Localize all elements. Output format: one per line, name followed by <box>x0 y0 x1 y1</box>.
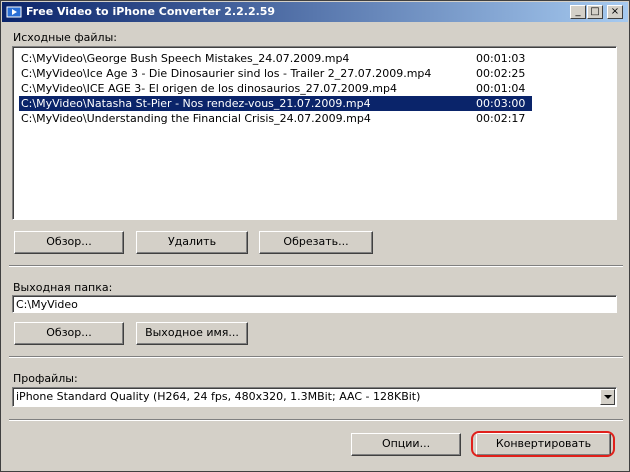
chevron-down-icon[interactable] <box>600 389 615 405</box>
file-row[interactable]: C:\MyVideo\ICE AGE 3- El origen de los d… <box>19 81 532 96</box>
file-name: C:\MyVideo\Natasha St-Pier - Nos rendez-… <box>21 97 371 110</box>
file-duration: 00:02:25 <box>476 67 526 80</box>
minimize-icon: _ <box>575 6 581 17</box>
separator <box>9 356 623 358</box>
separator <box>9 265 623 267</box>
file-duration: 00:01:03 <box>476 52 526 65</box>
source-files-label: Исходные файлы: <box>13 31 117 44</box>
file-name: C:\MyVideo\Ice Age 3 - Die Dinosaurier s… <box>21 67 432 80</box>
file-row[interactable]: C:\MyVideo\George Bush Speech Mistakes_2… <box>19 51 532 66</box>
app-icon <box>6 6 22 18</box>
profile-dropdown[interactable]: iPhone Standard Quality (H264, 24 fps, 4… <box>12 387 617 407</box>
window-title: Free Video to iPhone Converter 2.2.2.59 <box>26 5 276 18</box>
maximize-icon: □ <box>590 6 600 17</box>
file-name: C:\MyVideo\ICE AGE 3- El origen de los d… <box>21 82 397 95</box>
browse-output-button[interactable]: Обзор... <box>14 322 124 345</box>
minimize-button[interactable]: _ <box>570 5 586 19</box>
output-folder-value: C:\MyVideo <box>16 298 78 311</box>
file-row[interactable]: C:\MyVideo\Ice Age 3 - Die Dinosaurier s… <box>19 66 532 81</box>
file-row[interactable]: C:\MyVideo\Understanding the Financial C… <box>19 111 532 126</box>
delete-button[interactable]: Удалить <box>136 231 248 254</box>
file-row-selected[interactable]: C:\MyVideo\Natasha St-Pier - Nos rendez-… <box>19 96 532 111</box>
app-window: Free Video to iPhone Converter 2.2.2.59 … <box>0 0 630 472</box>
maximize-button[interactable]: □ <box>587 5 603 19</box>
file-name: C:\MyVideo\Understanding the Financial C… <box>21 112 371 125</box>
source-files-list[interactable]: C:\MyVideo\George Bush Speech Mistakes_2… <box>12 46 617 220</box>
trim-button[interactable]: Обрезать... <box>259 231 373 254</box>
file-duration: 00:02:17 <box>476 112 526 125</box>
profile-value: iPhone Standard Quality (H264, 24 fps, 4… <box>16 390 421 403</box>
options-button[interactable]: Опции... <box>351 433 461 456</box>
file-name: C:\MyVideo\George Bush Speech Mistakes_2… <box>21 52 350 65</box>
output-folder-field[interactable]: C:\MyVideo <box>12 295 617 313</box>
title-bar[interactable]: Free Video to iPhone Converter 2.2.2.59 … <box>2 2 628 22</box>
separator <box>9 419 623 421</box>
profiles-label: Профайлы: <box>13 372 78 385</box>
convert-highlight-annotation <box>471 431 615 457</box>
file-duration: 00:01:04 <box>476 82 526 95</box>
output-name-button[interactable]: Выходное имя... <box>136 322 248 345</box>
browse-source-button[interactable]: Обзор... <box>14 231 124 254</box>
file-duration: 00:03:00 <box>476 97 526 110</box>
close-icon: × <box>610 6 620 17</box>
output-folder-label: Выходная папка: <box>13 281 113 294</box>
close-button[interactable]: × <box>607 5 623 19</box>
